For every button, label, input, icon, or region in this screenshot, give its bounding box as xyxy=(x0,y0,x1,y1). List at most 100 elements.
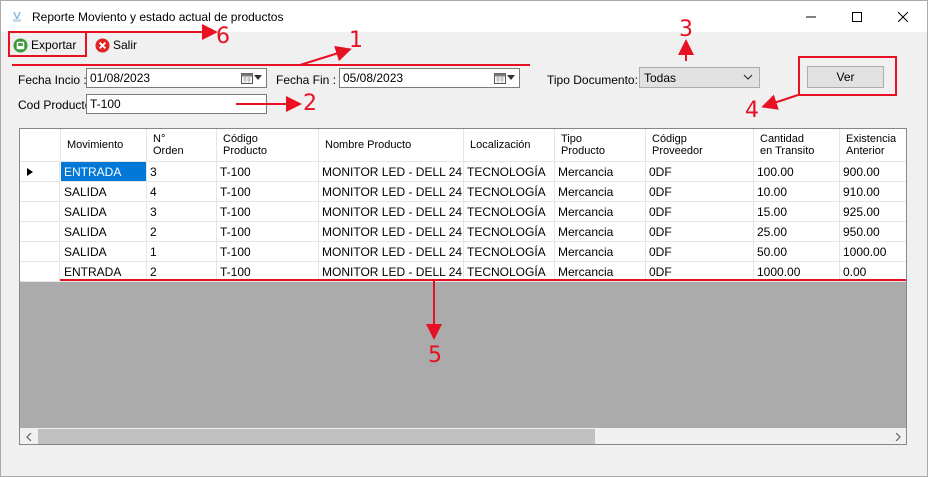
table-cell[interactable]: Mercancia xyxy=(555,182,646,202)
scroll-thumb[interactable] xyxy=(38,429,595,444)
chevron-down-icon xyxy=(743,74,753,80)
tipo-documento-value: Todas xyxy=(644,71,677,85)
table-row[interactable]: SALIDA 4 T-100 MONITOR LED - DELL 24 " TECNO… xyxy=(20,182,906,202)
column-header-tipo-producto[interactable]: Tipo Producto xyxy=(555,129,646,162)
table-cell[interactable]: TECNOLOGÍA xyxy=(464,162,555,182)
row-header[interactable] xyxy=(20,242,60,262)
row-header[interactable] xyxy=(20,202,60,222)
table-cell[interactable]: SALIDA xyxy=(61,182,147,202)
table-cell[interactable]: 3 xyxy=(147,162,217,182)
table-cell[interactable]: 100.00 xyxy=(754,162,840,182)
table-cell[interactable]: ENTRADA xyxy=(61,262,147,282)
table-cell[interactable]: Mercancia xyxy=(555,242,646,262)
scroll-right-button[interactable] xyxy=(889,428,906,444)
table-cell[interactable]: MONITOR LED - DELL 24 " xyxy=(319,262,464,282)
table-cell[interactable]: 0DF xyxy=(646,242,754,262)
table-cell[interactable]: 950.00 xyxy=(840,222,906,242)
table-cell[interactable]: T-100 xyxy=(217,182,319,202)
table-cell[interactable]: SALIDA xyxy=(61,242,147,262)
table-cell[interactable]: MONITOR LED - DELL 24 " xyxy=(319,242,464,262)
table-row[interactable]: SALIDA 3 T-100 MONITOR LED - DELL 24 " TECNO… xyxy=(20,202,906,222)
app-icon xyxy=(13,11,21,22)
fecha-fin-picker[interactable]: 05/08/2023 xyxy=(339,68,520,88)
table-cell[interactable]: TECNOLOGÍA xyxy=(464,222,555,242)
grid-corner-header xyxy=(20,129,61,162)
table-cell[interactable]: 0DF xyxy=(646,262,754,282)
movements-grid[interactable]: Movimiento N° Orden Código Producto Nomb… xyxy=(19,128,907,445)
table-cell[interactable]: 10.00 xyxy=(754,182,840,202)
column-header-movimiento[interactable]: Movimiento xyxy=(61,129,147,162)
exit-button[interactable]: Salir xyxy=(95,35,137,55)
horizontal-scrollbar[interactable] xyxy=(20,428,906,444)
table-cell[interactable]: T-100 xyxy=(217,242,319,262)
calendar-dropdown-icon[interactable] xyxy=(241,71,263,85)
table-cell[interactable]: MONITOR LED - DELL 24 " xyxy=(319,222,464,242)
table-cell[interactable]: TECNOLOGÍA xyxy=(464,202,555,222)
table-cell[interactable]: 0DF xyxy=(646,182,754,202)
table-cell[interactable]: 4 xyxy=(147,182,217,202)
table-cell[interactable]: 1000.00 xyxy=(754,262,840,282)
cod-producto-label: Cod Producto: xyxy=(18,98,95,112)
table-cell[interactable]: 900.00 xyxy=(840,162,906,182)
tipo-documento-select[interactable]: Todas xyxy=(639,67,760,88)
column-header-codigo-proveedor[interactable]: Códigp Proveedor xyxy=(646,129,754,162)
table-cell[interactable]: SALIDA xyxy=(61,222,147,242)
table-cell[interactable]: Mercancia xyxy=(555,162,646,182)
table-cell[interactable]: 910.00 xyxy=(840,182,906,202)
table-cell[interactable]: MONITOR LED - DELL 24 " xyxy=(319,202,464,222)
fecha-inicio-picker[interactable]: 01/08/2023 xyxy=(86,68,267,88)
column-header-existencia-anterior[interactable]: Existencia Anterior xyxy=(840,129,906,162)
table-cell[interactable]: SALIDA xyxy=(61,202,147,222)
table-cell[interactable]: 0DF xyxy=(646,222,754,242)
table-row[interactable]: ENTRADA 3 T-100 MONITOR LED - DELL 24 " TECN… xyxy=(20,162,906,182)
table-cell[interactable]: T-100 xyxy=(217,262,319,282)
column-header-cantidad-transito[interactable]: Cantidad en Transito xyxy=(754,129,840,162)
table-cell[interactable]: 3 xyxy=(147,202,217,222)
table-cell[interactable]: T-100 xyxy=(217,202,319,222)
row-header[interactable] xyxy=(20,162,60,182)
table-cell[interactable]: 25.00 xyxy=(754,222,840,242)
table-cell[interactable]: TECNOLOGÍA xyxy=(464,182,555,202)
table-cell[interactable]: 2 xyxy=(147,262,217,282)
annotation-box-export xyxy=(8,31,87,57)
table-cell[interactable]: Mercancia xyxy=(555,262,646,282)
scroll-left-button[interactable] xyxy=(20,428,37,444)
table-cell[interactable]: Mercancia xyxy=(555,222,646,242)
row-header[interactable] xyxy=(20,222,60,242)
annotation-number-2: 2 xyxy=(303,91,317,116)
minimize-button[interactable] xyxy=(788,1,834,32)
annotation-box-ver xyxy=(798,56,897,96)
table-cell[interactable]: 0DF xyxy=(646,202,754,222)
table-cell[interactable]: TECNOLOGÍA xyxy=(464,262,555,282)
table-cell[interactable]: 15.00 xyxy=(754,202,840,222)
fecha-inicio-value: 01/08/2023 xyxy=(90,71,151,85)
row-header[interactable] xyxy=(20,182,60,202)
column-header-nombre-producto[interactable]: Nombre Producto xyxy=(319,129,464,162)
table-cell[interactable]: 2 xyxy=(147,222,217,242)
close-button[interactable] xyxy=(880,1,926,32)
table-cell[interactable]: ENTRADA xyxy=(61,162,147,182)
maximize-button[interactable] xyxy=(834,1,880,32)
row-header[interactable] xyxy=(20,262,60,282)
chevron-left-icon xyxy=(25,432,31,441)
table-cell[interactable]: 1 xyxy=(147,242,217,262)
table-cell[interactable]: 0.00 xyxy=(840,262,906,282)
cod-producto-input[interactable]: T-100 xyxy=(86,94,267,114)
table-cell[interactable]: 925.00 xyxy=(840,202,906,222)
column-header-orden[interactable]: N° Orden xyxy=(147,129,217,162)
table-row[interactable]: SALIDA 1 T-100 MONITOR LED - DELL 24 " TECNO… xyxy=(20,242,906,262)
table-cell[interactable]: T-100 xyxy=(217,222,319,242)
column-header-codigo-producto[interactable]: Código Producto xyxy=(217,129,319,162)
table-cell[interactable]: T-100 xyxy=(217,162,319,182)
column-header-localizacion[interactable]: Localización xyxy=(464,129,555,162)
table-cell[interactable]: 1000.00 xyxy=(840,242,906,262)
calendar-dropdown-icon[interactable] xyxy=(494,71,516,85)
table-cell[interactable]: MONITOR LED - DELL 24 " xyxy=(319,162,464,182)
table-row[interactable]: SALIDA 2 T-100 MONITOR LED - DELL 24 " TECNO… xyxy=(20,222,906,242)
table-cell[interactable]: MONITOR LED - DELL 24 " xyxy=(319,182,464,202)
table-row[interactable]: ENTRADA 2 T-100 MONITOR LED - DELL 24 " TECN… xyxy=(20,262,906,282)
table-cell[interactable]: Mercancia xyxy=(555,202,646,222)
table-cell[interactable]: TECNOLOGÍA xyxy=(464,242,555,262)
table-cell[interactable]: 0DF xyxy=(646,162,754,182)
table-cell[interactable]: 50.00 xyxy=(754,242,840,262)
